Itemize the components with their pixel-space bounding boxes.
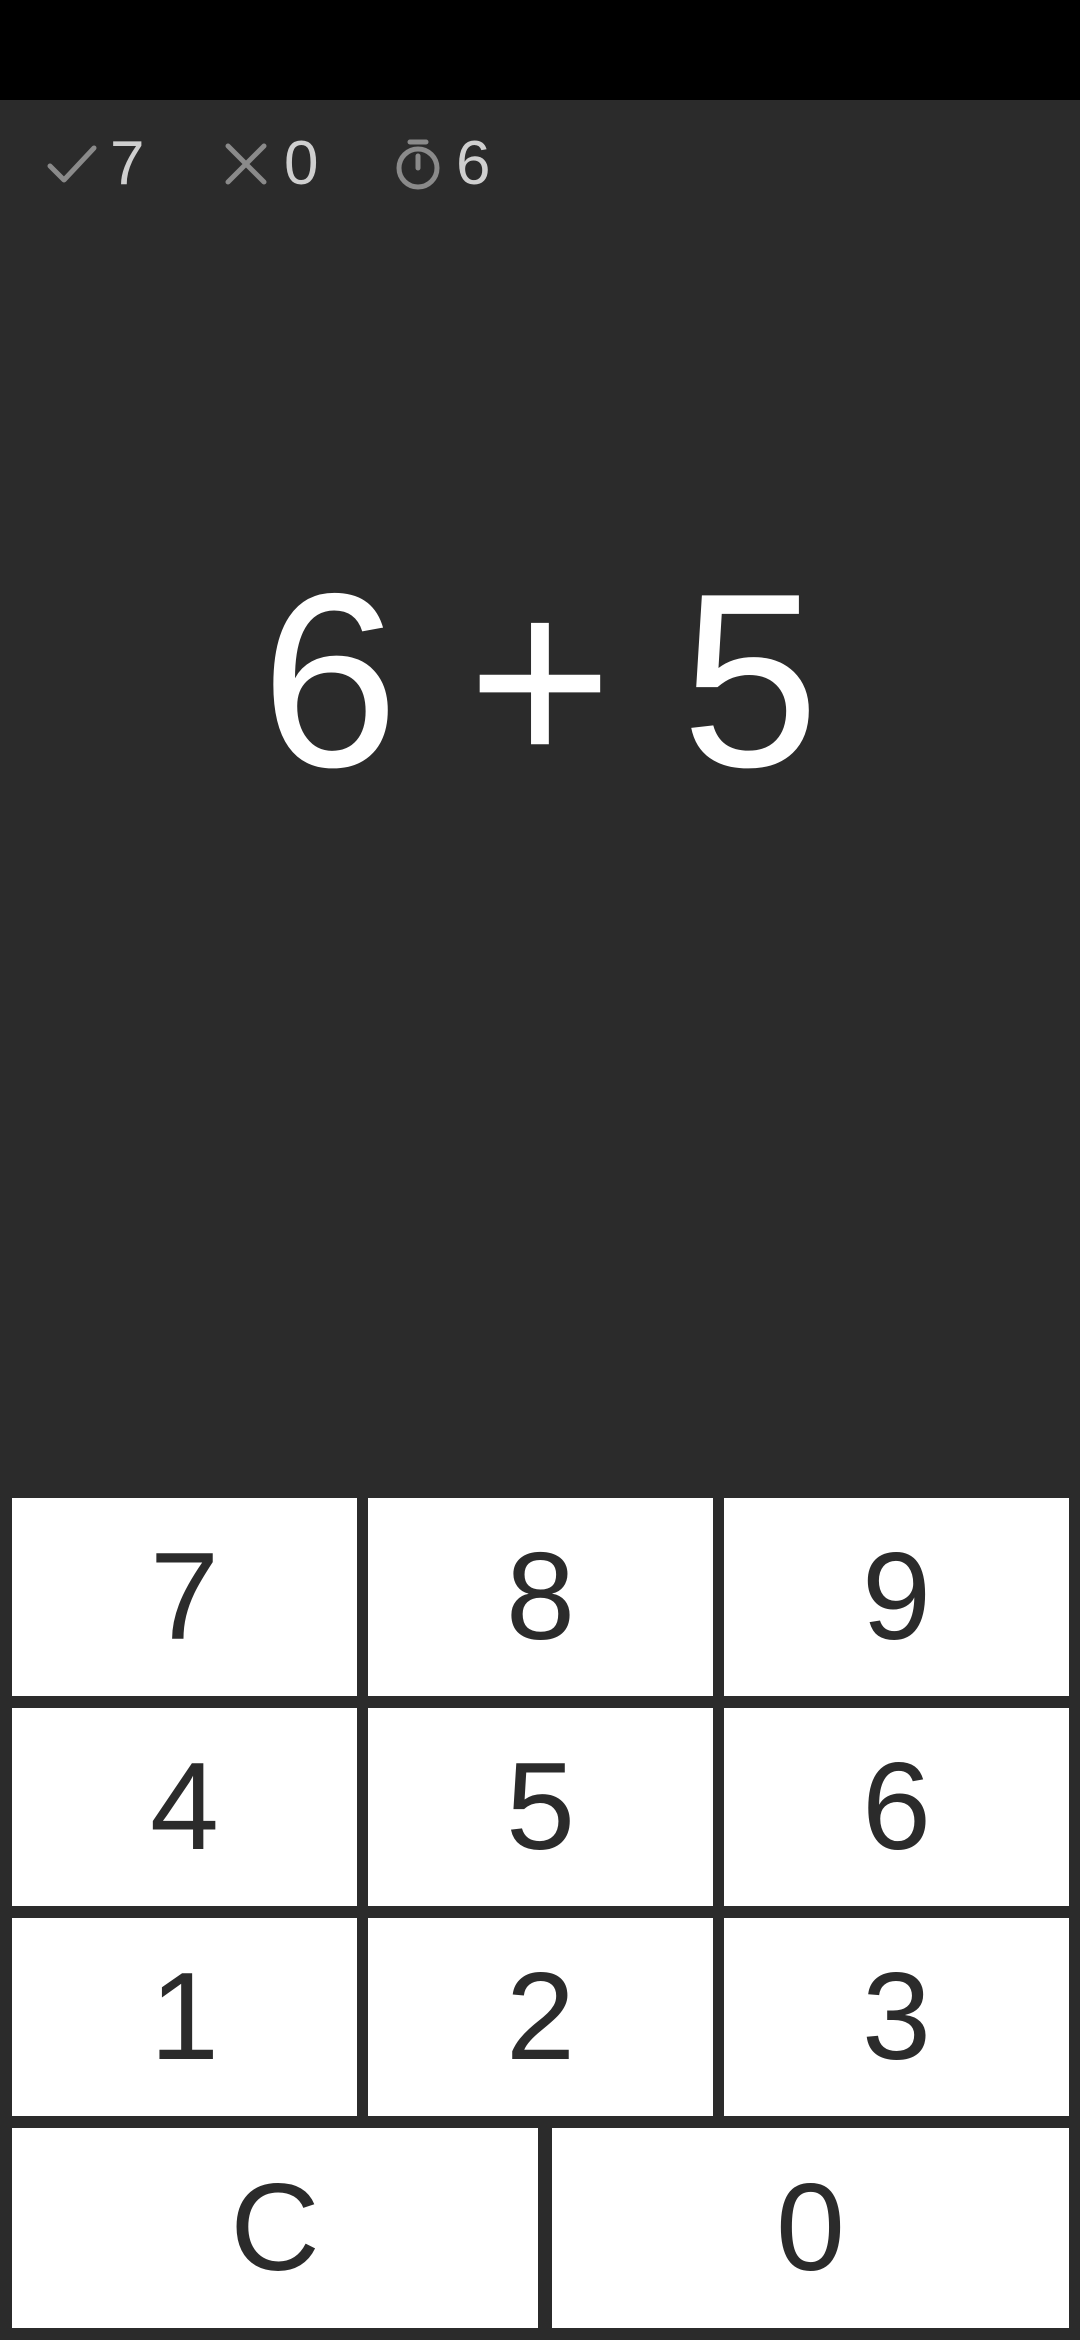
timer: 6 xyxy=(390,124,490,204)
wrong-count-value: 0 xyxy=(284,129,319,198)
wrong-count: 0 xyxy=(218,124,318,204)
check-icon xyxy=(47,145,97,183)
key-2[interactable]: 2 xyxy=(368,1918,713,2116)
timer-value: 6 xyxy=(456,129,491,198)
key-0[interactable]: 0 xyxy=(552,2128,1069,2328)
correct-count-value: 7 xyxy=(110,129,145,198)
stats-bar: 7 0 6 xyxy=(0,100,1080,230)
keypad: 7 8 9 4 5 6 1 2 3 C 0 xyxy=(0,1490,1080,2340)
key-1[interactable]: 1 xyxy=(12,1918,357,2116)
clear-button[interactable]: C xyxy=(12,2128,538,2328)
key-5[interactable]: 5 xyxy=(368,1708,713,1906)
key-8[interactable]: 8 xyxy=(368,1498,713,1696)
key-4[interactable]: 4 xyxy=(12,1708,357,1906)
key-9[interactable]: 9 xyxy=(724,1498,1069,1696)
x-icon xyxy=(225,143,267,185)
stopwatch-icon xyxy=(396,139,440,190)
status-bar xyxy=(0,0,1080,100)
key-7[interactable]: 7 xyxy=(12,1498,357,1696)
key-6[interactable]: 6 xyxy=(724,1708,1069,1906)
key-3[interactable]: 3 xyxy=(724,1918,1069,2116)
correct-count: 7 xyxy=(44,124,144,204)
problem-text: 6 + 5 xyxy=(260,541,820,819)
